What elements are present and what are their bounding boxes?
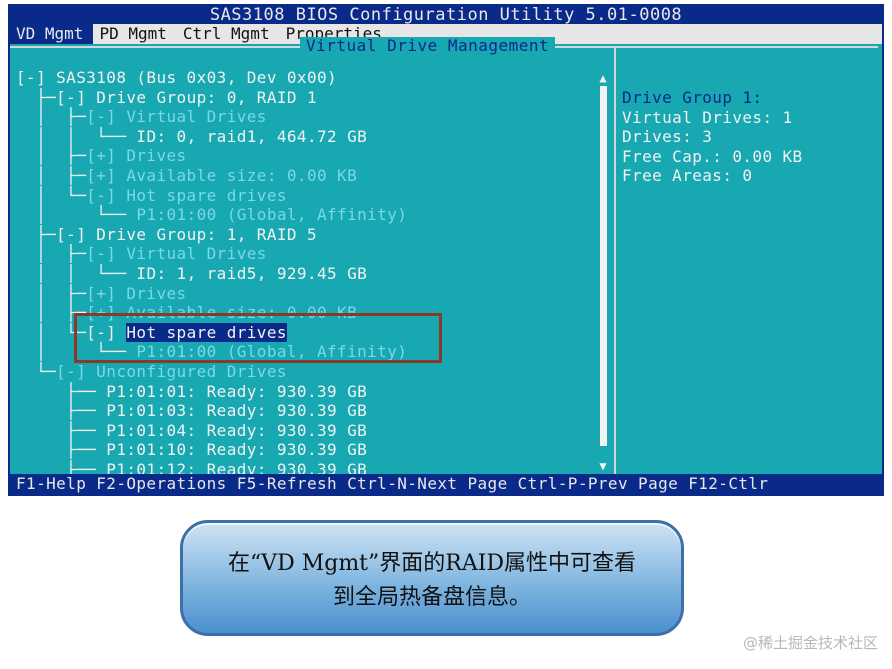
scroll-thumb[interactable] [600, 86, 607, 446]
details-free-cap: Free Cap.: 0.00 KB [622, 146, 803, 166]
callout-box: 在“VD Mgmt”界面的RAID属性中可查看 到全局热备盘信息。 [180, 520, 684, 636]
details-drives: Drives: 3 [622, 127, 713, 147]
tree-dg0-available[interactable]: │ ├─[+] Available size: 0.00 KB [16, 166, 598, 186]
tree-unconfigured-item[interactable]: ├── P1:01:03: Ready: 930.39 GB [16, 401, 598, 421]
tree-unconfigured[interactable]: └─[-] Unconfigured Drives [16, 362, 598, 382]
tree-dg0-hotspare[interactable]: │ └─[-] Hot spare drives [16, 186, 598, 206]
bios-screen: SAS3108 BIOS Configuration Utility 5.01-… [8, 4, 884, 496]
callout-line-2: 到全局热备盘信息。 [332, 585, 531, 610]
tree-dg0-drives[interactable]: │ ├─[+] Drives [16, 146, 598, 166]
watermark: @稀土掘金技术社区 [742, 634, 878, 652]
panel-title: Virtual Drive Management [300, 37, 556, 55]
tree-dg0-hotspare-item[interactable]: │ └── P1:01:00 (Global, Affinity) [16, 205, 598, 225]
tree-dg0-vd[interactable]: │ ├─[-] Virtual Drives [16, 107, 598, 127]
virtual-drive-panel: Virtual Drive Management [-] SAS3108 (Bu… [10, 37, 616, 479]
status-bar: F1-Help F2-Operations F5-Refresh Ctrl-N-… [10, 474, 882, 494]
tree-scrollbar[interactable]: ▲ ▼ [598, 72, 608, 474]
drive-tree: [-] SAS3108 (Bus 0x03, Dev 0x00) ├─[-] D… [16, 68, 598, 479]
tree-dg1-drives[interactable]: │ ├─[+] Drives [16, 284, 598, 304]
tree-dg0-vd-item[interactable]: │ │ └── ID: 0, raid1, 464.72 GB [16, 127, 598, 147]
callout-text: 在“VD Mgmt”界面的RAID属性中可查看 到全局热备盘信息。 [183, 547, 681, 615]
tree-unconfigured-item[interactable]: ├── P1:01:01: Ready: 930.39 GB [16, 382, 598, 402]
tab-vd-mgmt[interactable]: VD Mgmt [10, 24, 94, 44]
details-panel: Drive Group 1: Virtual Drives: 1 Drives:… [616, 46, 878, 474]
details-virtual-drives: Virtual Drives: 1 [622, 107, 793, 127]
tree-dg1-vd-item[interactable]: │ │ └── ID: 1, raid5, 929.45 GB [16, 264, 598, 284]
tree-unconfigured-item[interactable]: ├── P1:01:04: Ready: 930.39 GB [16, 421, 598, 441]
details-free-areas: Free Areas: 0 [622, 166, 753, 186]
scroll-down-arrow-icon[interactable]: ▼ [598, 460, 608, 472]
tree-dg1[interactable]: ├─[-] Drive Group: 1, RAID 5 [16, 225, 598, 245]
tree-controller[interactable]: [-] SAS3108 (Bus 0x03, Dev 0x00) [16, 68, 598, 88]
details-heading: Drive Group 1: [622, 88, 763, 107]
window-title: SAS3108 BIOS Configuration Utility 5.01-… [10, 6, 882, 24]
callout-line-1: 在“VD Mgmt”界面的RAID属性中可查看 [227, 551, 637, 576]
tree-dg1-vd[interactable]: │ ├─[-] Virtual Drives [16, 244, 598, 264]
tree-dg0[interactable]: ├─[-] Drive Group: 0, RAID 1 [16, 88, 598, 108]
tab-pd-mgmt[interactable]: PD Mgmt [93, 24, 176, 44]
details-list: Drive Group 1: Virtual Drives: 1 Drives:… [622, 88, 803, 186]
tree-unconfigured-item[interactable]: ├── P1:01:10: Ready: 930.39 GB [16, 440, 598, 460]
tab-ctrl-mgmt[interactable]: Ctrl Mgmt [177, 24, 280, 44]
scroll-up-arrow-icon[interactable]: ▲ [598, 72, 608, 84]
highlight-annotation-box [74, 313, 442, 363]
